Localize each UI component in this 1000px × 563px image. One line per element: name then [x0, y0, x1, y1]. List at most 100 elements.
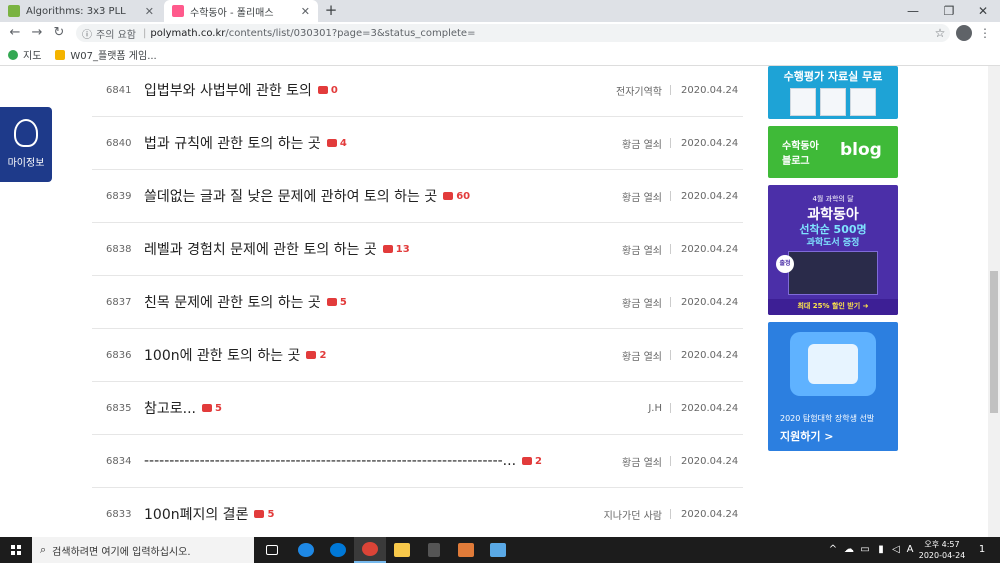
table-row[interactable]: 6840 법과 규칙에 관한 토의 하는 곳 4 황금 열쇠 2020.04.24 — [92, 117, 743, 170]
post-author[interactable]: 황금 열쇠 — [552, 189, 670, 204]
battery-icon[interactable]: ▮ — [874, 537, 888, 563]
post-subject[interactable]: 레벨과 경험치 문제에 관한 토의 하는 곳 13 — [144, 239, 552, 259]
bookmark-star-icon[interactable]: ☆ — [932, 24, 948, 42]
post-title[interactable]: 참고로... — [144, 398, 196, 418]
comment-count-value: 5 — [267, 508, 275, 520]
close-icon[interactable]: ✕ — [145, 5, 154, 18]
post-number: 6834 — [106, 455, 132, 467]
post-title[interactable]: 100n에 관한 토의 하는 곳 — [144, 345, 300, 365]
post-date: 2020.04.24 — [681, 190, 739, 202]
ie-icon[interactable] — [290, 537, 322, 563]
post-author[interactable]: 황금 열쇠 — [552, 454, 670, 469]
page-scrollbar[interactable] — [988, 66, 1000, 537]
chrome-icon[interactable] — [354, 537, 386, 563]
comment-icon — [202, 404, 212, 412]
comment-count-value: 13 — [395, 243, 410, 255]
paint-icon[interactable] — [450, 537, 482, 563]
url-host: polymath.co.kr — [150, 27, 226, 39]
post-title[interactable]: 입법부와 사법부에 관한 토의 — [144, 80, 312, 100]
post-title[interactable]: 100n폐지의 결론 — [144, 504, 248, 524]
table-row[interactable]: 6837 친목 문제에 관한 토의 하는 곳 5 황금 열쇠 2020.04.24 — [92, 276, 743, 329]
table-row[interactable]: 6833 100n폐지의 결론 5 지나가던 사람 2020.04.24 — [92, 488, 743, 537]
volume-icon[interactable]: ◁ — [890, 537, 902, 563]
forward-arrow-icon[interactable]: → — [26, 22, 48, 44]
post-number: 6836 — [106, 349, 132, 361]
ime-indicator[interactable]: A — [904, 537, 916, 563]
weather-icon[interactable]: ☁ — [842, 537, 856, 563]
clock[interactable]: 오후 4:57 2020-04-24 — [918, 539, 966, 561]
minimize-button[interactable]: — — [896, 0, 930, 22]
post-date: 2020.04.24 — [681, 349, 739, 361]
comment-icon — [443, 192, 454, 200]
notification-icon[interactable]: 1 — [972, 537, 992, 563]
post-subject[interactable]: 100n에 관한 토의 하는 곳 2 — [144, 345, 552, 365]
comment-count: 5 — [202, 403, 222, 414]
cube-icon — [8, 5, 20, 17]
post-subject[interactable]: 친목 문제에 관한 토의 하는 곳 5 — [144, 292, 552, 312]
post-author[interactable]: 황금 열쇠 — [552, 242, 670, 257]
table-row[interactable]: 6838 레벨과 경험치 문제에 관한 토의 하는 곳 13 황금 열쇠 2020.04… — [92, 223, 743, 276]
reload-icon[interactable]: ↻ — [48, 22, 70, 44]
post-title[interactable]: ----------------------------------------… — [144, 453, 516, 469]
post-subject[interactable]: 참고로... 5 — [144, 398, 552, 418]
windows-logo-icon — [11, 545, 21, 555]
banner-blog[interactable]: 수학동아 블로그 blog — [768, 126, 898, 178]
comment-count-value: 2 — [535, 455, 542, 467]
address-bar[interactable]: ⓘ 주의 요함 | polymath.co.kr/contents/list/0… — [76, 24, 950, 42]
post-author[interactable]: 황금 열쇠 — [552, 295, 670, 310]
banner-exploration-college[interactable]: 2020 탐험대학 장학생 선발 지원하기 > — [768, 322, 898, 451]
close-icon[interactable]: ✕ — [301, 5, 310, 18]
post-title[interactable]: 레벨과 경험치 문제에 관한 토의 하는 곳 — [144, 239, 377, 259]
post-title[interactable]: 쓸데없는 글과 질 낮은 문제에 관하여 토의 하는 곳 — [144, 186, 437, 206]
post-title[interactable]: 친목 문제에 관한 토의 하는 곳 — [144, 292, 321, 312]
post-subject[interactable]: 법과 규칙에 관한 토의 하는 곳 4 — [144, 133, 552, 153]
post-number: 6837 — [106, 296, 132, 308]
post-author[interactable]: 전자기역학 — [552, 83, 670, 98]
comment-count: 0 — [317, 85, 338, 96]
back-arrow-icon[interactable]: ← — [4, 22, 26, 44]
post-subject[interactable]: ----------------------------------------… — [144, 453, 552, 469]
table-row[interactable]: 6839 쓸데없는 글과 질 낮은 문제에 관하여 토의 하는 곳 60 황금 열쇠 2… — [92, 170, 743, 223]
apply-link[interactable]: 지원하기 > — [780, 428, 834, 444]
tab-algorithms[interactable]: Algorithms: 3x3 PLL ✕ — [0, 0, 162, 22]
new-tab-button[interactable]: + — [322, 2, 340, 20]
post-date: 2020.04.24 — [681, 243, 739, 255]
my-info-button[interactable]: 마이정보 — [0, 107, 52, 182]
post-subject[interactable]: 입법부와 사법부에 관한 토의 0 — [144, 80, 552, 100]
post-subject[interactable]: 100n폐지의 결론 5 — [144, 504, 552, 524]
show-hidden-icons[interactable]: ^ — [826, 537, 840, 563]
file-explorer-icon[interactable] — [386, 537, 418, 563]
tab-polymath[interactable]: 수학동아 - 폴리매스 ✕ — [164, 0, 318, 22]
post-author[interactable]: 지나가던 사람 — [552, 507, 670, 522]
post-title[interactable]: 법과 규칙에 관한 토의 하는 곳 — [144, 133, 321, 153]
menu-dots-icon[interactable]: ⋮ — [978, 24, 992, 42]
info-icon[interactable]: ⓘ — [82, 26, 92, 41]
start-button[interactable] — [0, 537, 32, 563]
user-icon — [14, 119, 38, 147]
taskbar-search[interactable]: ⌕ 검색하려면 여기에 입력하십시오. — [32, 537, 254, 563]
comment-count-value: 5 — [215, 402, 222, 414]
tab-title: Algorithms: 3x3 PLL — [26, 5, 126, 17]
comment-icon — [254, 510, 265, 518]
bookmark-w07[interactable]: W07_플랫폼 게임... — [55, 47, 157, 62]
calculator-icon[interactable] — [418, 537, 450, 563]
close-window-button[interactable]: ✕ — [966, 0, 1000, 22]
task-view-icon[interactable] — [256, 537, 288, 563]
edge-icon[interactable] — [322, 537, 354, 563]
table-row[interactable]: 6834 ------------------------------------… — [92, 435, 743, 488]
banner-science-donga[interactable]: 4월 과학의 달 과학동아 선착순 500명 과학도서 증정 출정 최대 25%… — [768, 185, 898, 315]
restore-button[interactable]: ❐ — [932, 0, 966, 22]
account-avatar-icon[interactable] — [956, 25, 972, 41]
post-author[interactable]: J.H — [552, 403, 670, 414]
bookmark-maps[interactable]: 지도 — [8, 47, 41, 62]
table-row[interactable]: 6836 100n에 관한 토의 하는 곳 2 황금 열쇠 2020.04.24 — [92, 329, 743, 382]
banner-assessment-materials[interactable]: 수행평가 자료실 무료 — [768, 66, 898, 119]
scrollbar-thumb[interactable] — [990, 271, 998, 413]
post-author[interactable]: 황금 열쇠 — [552, 348, 670, 363]
network-icon[interactable]: ▭ — [858, 537, 872, 563]
app-icon[interactable] — [482, 537, 514, 563]
post-author[interactable]: 황금 열쇠 — [552, 136, 670, 151]
table-row[interactable]: 6841 입법부와 사법부에 관한 토의 0 전자기역학 2020.04.24 — [92, 66, 743, 117]
table-row[interactable]: 6835 참고로... 5 J.H 2020.04.24 — [92, 382, 743, 435]
post-subject[interactable]: 쓸데없는 글과 질 낮은 문제에 관하여 토의 하는 곳 60 — [144, 186, 552, 206]
